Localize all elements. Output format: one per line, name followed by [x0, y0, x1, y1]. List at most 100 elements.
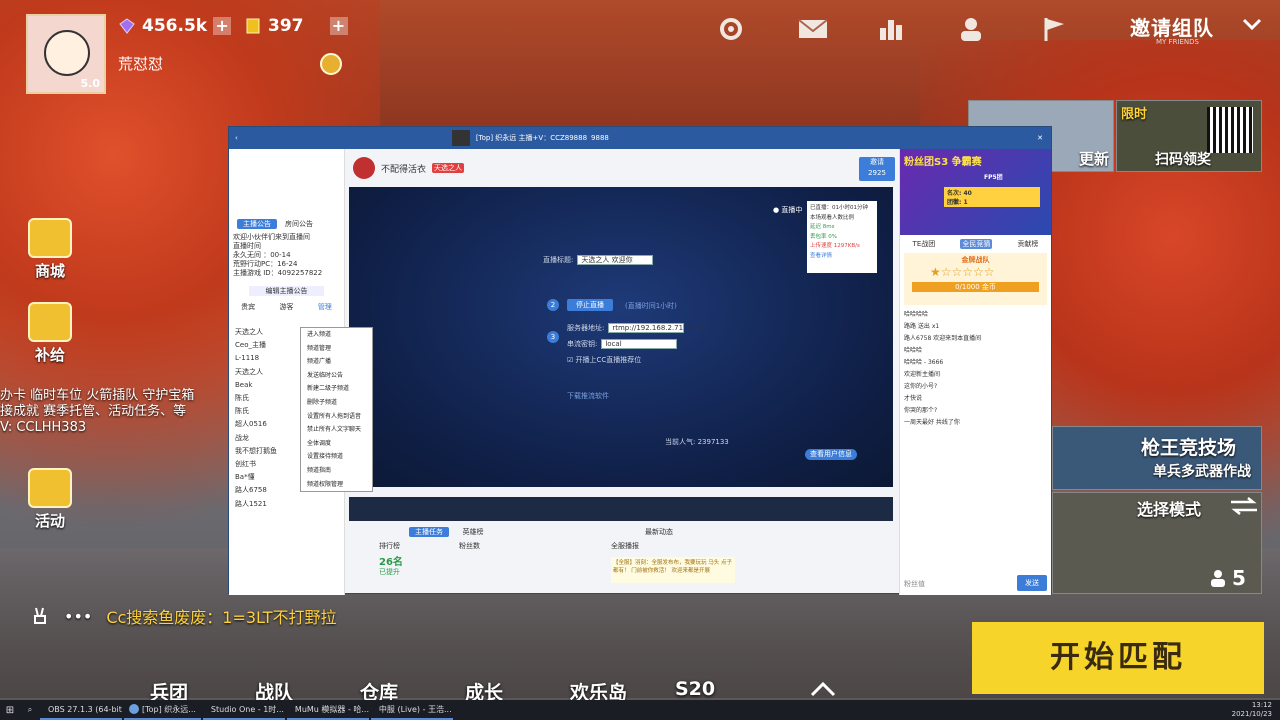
tab-room-announce[interactable]: 房间公告: [279, 219, 319, 229]
menu-item[interactable]: 全体调度: [301, 437, 372, 451]
tab-te-team[interactable]: TE战团: [913, 239, 936, 249]
shop-label: 商城: [34, 262, 65, 280]
banner-rank: 名次: 40: [947, 190, 972, 197]
supply-button[interactable]: 补给: [22, 302, 78, 365]
menu-item[interactable]: 设置所有人拖到语音: [301, 410, 372, 424]
invite-watch-button[interactable]: 邀请 2925: [859, 157, 895, 181]
tab-manage[interactable]: 管理: [318, 302, 332, 312]
menu-item[interactable]: 进入频道: [301, 328, 372, 342]
stream-title-input[interactable]: 天选之人 欢迎你: [577, 255, 654, 265]
car-update-label: 更新: [1078, 150, 1109, 168]
bottom-tabs: 主播任务 英雄榜: [409, 527, 493, 537]
taskbar-app[interactable]: [Top] 织永远...: [124, 700, 201, 720]
stop-stream-button[interactable]: 停止直播: [567, 299, 613, 311]
cc-room-id: 9888: [591, 134, 609, 142]
gold-icon: [246, 18, 260, 34]
cc-titlebar: ‹ [Top] 织永远 主播+V：CCZ89888 9888 ✕: [229, 127, 1051, 149]
menu-item[interactable]: 频道管理: [301, 342, 372, 356]
shop-button[interactable]: 商城: [22, 218, 78, 281]
taskbar-app[interactable]: Studio One - 1时...: [202, 700, 285, 720]
right-tabs: TE战团 全民竞猜 贡献榜: [900, 239, 1051, 249]
news-title: 最新动态: [645, 528, 673, 536]
chevron-up-icon[interactable]: [810, 680, 836, 698]
scan-reward-card[interactable]: 限时 扫码领奖: [1116, 100, 1262, 172]
invite-team-button[interactable]: 邀请组队: [1130, 12, 1214, 41]
broadcast-tag: 全服播报: [611, 542, 639, 550]
tab-hero-board[interactable]: 英雄榜: [453, 527, 493, 537]
window-close-icon[interactable]: ✕: [1037, 134, 1043, 142]
add-diamond-button[interactable]: +: [213, 17, 232, 35]
diamond-currency: 456.5k +: [118, 16, 232, 36]
menu-item[interactable]: 频道广播: [301, 355, 372, 369]
taskbar-app[interactable]: 中服 (Live) - 王浩...: [370, 700, 453, 720]
system-clock[interactable]: 13:12 2021/10/23: [1232, 701, 1272, 719]
select-mode-label[interactable]: 选择模式: [1137, 496, 1201, 520]
player-avatar[interactable]: 5.0: [26, 14, 106, 94]
mode-select-card[interactable]: 选择模式: [1052, 492, 1262, 594]
game-chat-bar[interactable]: ••• Cc搜索鱼废废：1=3LT不打野拉: [30, 604, 337, 628]
taskbar-app[interactable]: OBS 27.1.3 (64-bit...): [40, 700, 122, 720]
gun-arena-title: 枪王竞技场: [1141, 437, 1237, 459]
taskbar-app-label: 中服 (Live) - 王浩...: [378, 704, 452, 714]
step-2-marker: 2: [547, 299, 559, 311]
menu-item[interactable]: 删除子频道: [301, 396, 372, 410]
clock-time: 13:12: [1251, 701, 1272, 709]
chevron-down-icon[interactable]: [1242, 16, 1262, 32]
chat-more-dots[interactable]: •••: [64, 607, 92, 626]
diamond-amount: 456.5k: [142, 16, 208, 36]
menu-item[interactable]: 发送临时公告: [301, 369, 372, 383]
rtmp-row: 服务器地址: rtmp://192.168.2.71:1935: [567, 323, 703, 333]
tab-vip[interactable]: 贵宾: [241, 302, 255, 312]
start-match-button[interactable]: 开始匹配: [972, 622, 1264, 694]
mail-icon[interactable]: [798, 16, 828, 42]
banner-title: 粉丝团S3 争霸赛: [904, 157, 982, 168]
back-arrow-icon[interactable]: ‹: [235, 134, 238, 142]
chat-message: 哈哈哈哈: [904, 311, 929, 318]
menu-item[interactable]: 设置接待频道: [301, 450, 372, 464]
menu-item[interactable]: 禁止所有人文字聊天: [301, 423, 372, 437]
clock-icon[interactable]: [320, 53, 342, 75]
tab-anchor-task[interactable]: 主播任务: [409, 527, 449, 537]
tab-contribution[interactable]: 贡献榜: [1017, 239, 1038, 249]
star-rating-icon: ★☆☆☆☆☆: [930, 265, 995, 279]
peace-hand-icon[interactable]: [30, 606, 50, 626]
fans-contest-banner[interactable]: 粉丝团S3 争霸赛 FP5团 名次: 40 团徽: 1: [900, 149, 1051, 235]
edit-announce-button[interactable]: 编辑主播公告: [249, 286, 324, 296]
anchor-avatar[interactable]: [353, 157, 375, 179]
download-software-link[interactable]: 下载推流软件: [567, 391, 609, 401]
stream-duration-link[interactable]: (直播时间1小时): [625, 301, 677, 311]
list-item[interactable]: 路人1521: [235, 498, 344, 511]
announce-line: 主播游戏 ID：4092257822: [233, 269, 323, 277]
menu-item[interactable]: 频道指南: [301, 464, 372, 478]
stream-stats-popup: 已直播：01小时01分钟 本场观看人数比例 延迟 8ms 丢包率 0% 上传速度…: [807, 201, 877, 273]
gear-icon[interactable]: [718, 16, 744, 42]
gun-arena-sub: 单兵多武器作战: [1153, 464, 1251, 480]
stream-key-input[interactable]: local: [601, 339, 678, 349]
rtmp-input[interactable]: rtmp://192.168.2.71:1935: [608, 323, 703, 333]
recommend-checkbox[interactable]: ☑ 开播上CC直播推荐位: [567, 355, 641, 365]
tab-guests[interactable]: 游客: [279, 302, 293, 312]
send-button[interactable]: 发送: [1017, 575, 1047, 591]
flag-icon[interactable]: [1042, 16, 1068, 42]
chat-input[interactable]: 粉丝值: [904, 579, 925, 589]
invite-subtitle: MY FRIENDS: [1156, 38, 1199, 46]
stats-line: 丢包率 0%: [810, 233, 837, 240]
leaderboard-icon[interactable]: [878, 16, 904, 42]
add-gold-button[interactable]: +: [329, 17, 348, 35]
windows-taskbar: ⊞ ⌕ OBS 27.1.3 (64-bit...) [Top] 织永远... …: [0, 700, 1280, 720]
menu-item[interactable]: 新建二级子频道: [301, 382, 372, 396]
search-icon[interactable]: ⌕: [20, 705, 40, 715]
taskbar-app[interactable]: MuMu 模拟器 - 哈...: [286, 700, 369, 720]
anchor-name: 不配得活衣: [381, 164, 427, 175]
windows-start-icon[interactable]: ⊞: [0, 705, 20, 716]
tab-anchor-announce[interactable]: 主播公告: [237, 219, 277, 229]
tab-guess[interactable]: 全民竞猜: [960, 239, 993, 249]
friend-icon[interactable]: [958, 16, 984, 42]
gun-arena-card[interactable]: 枪王竞技场 单兵多武器作战: [1052, 426, 1262, 490]
avatar-face: [44, 30, 90, 76]
gift-icon: [28, 468, 72, 508]
activity-button[interactable]: 活动: [22, 468, 78, 531]
stats-details-link[interactable]: 查看详情: [810, 252, 874, 262]
view-user-info-button[interactable]: 查看用户信息: [805, 449, 857, 460]
menu-item[interactable]: 频道权限管理: [301, 478, 372, 492]
